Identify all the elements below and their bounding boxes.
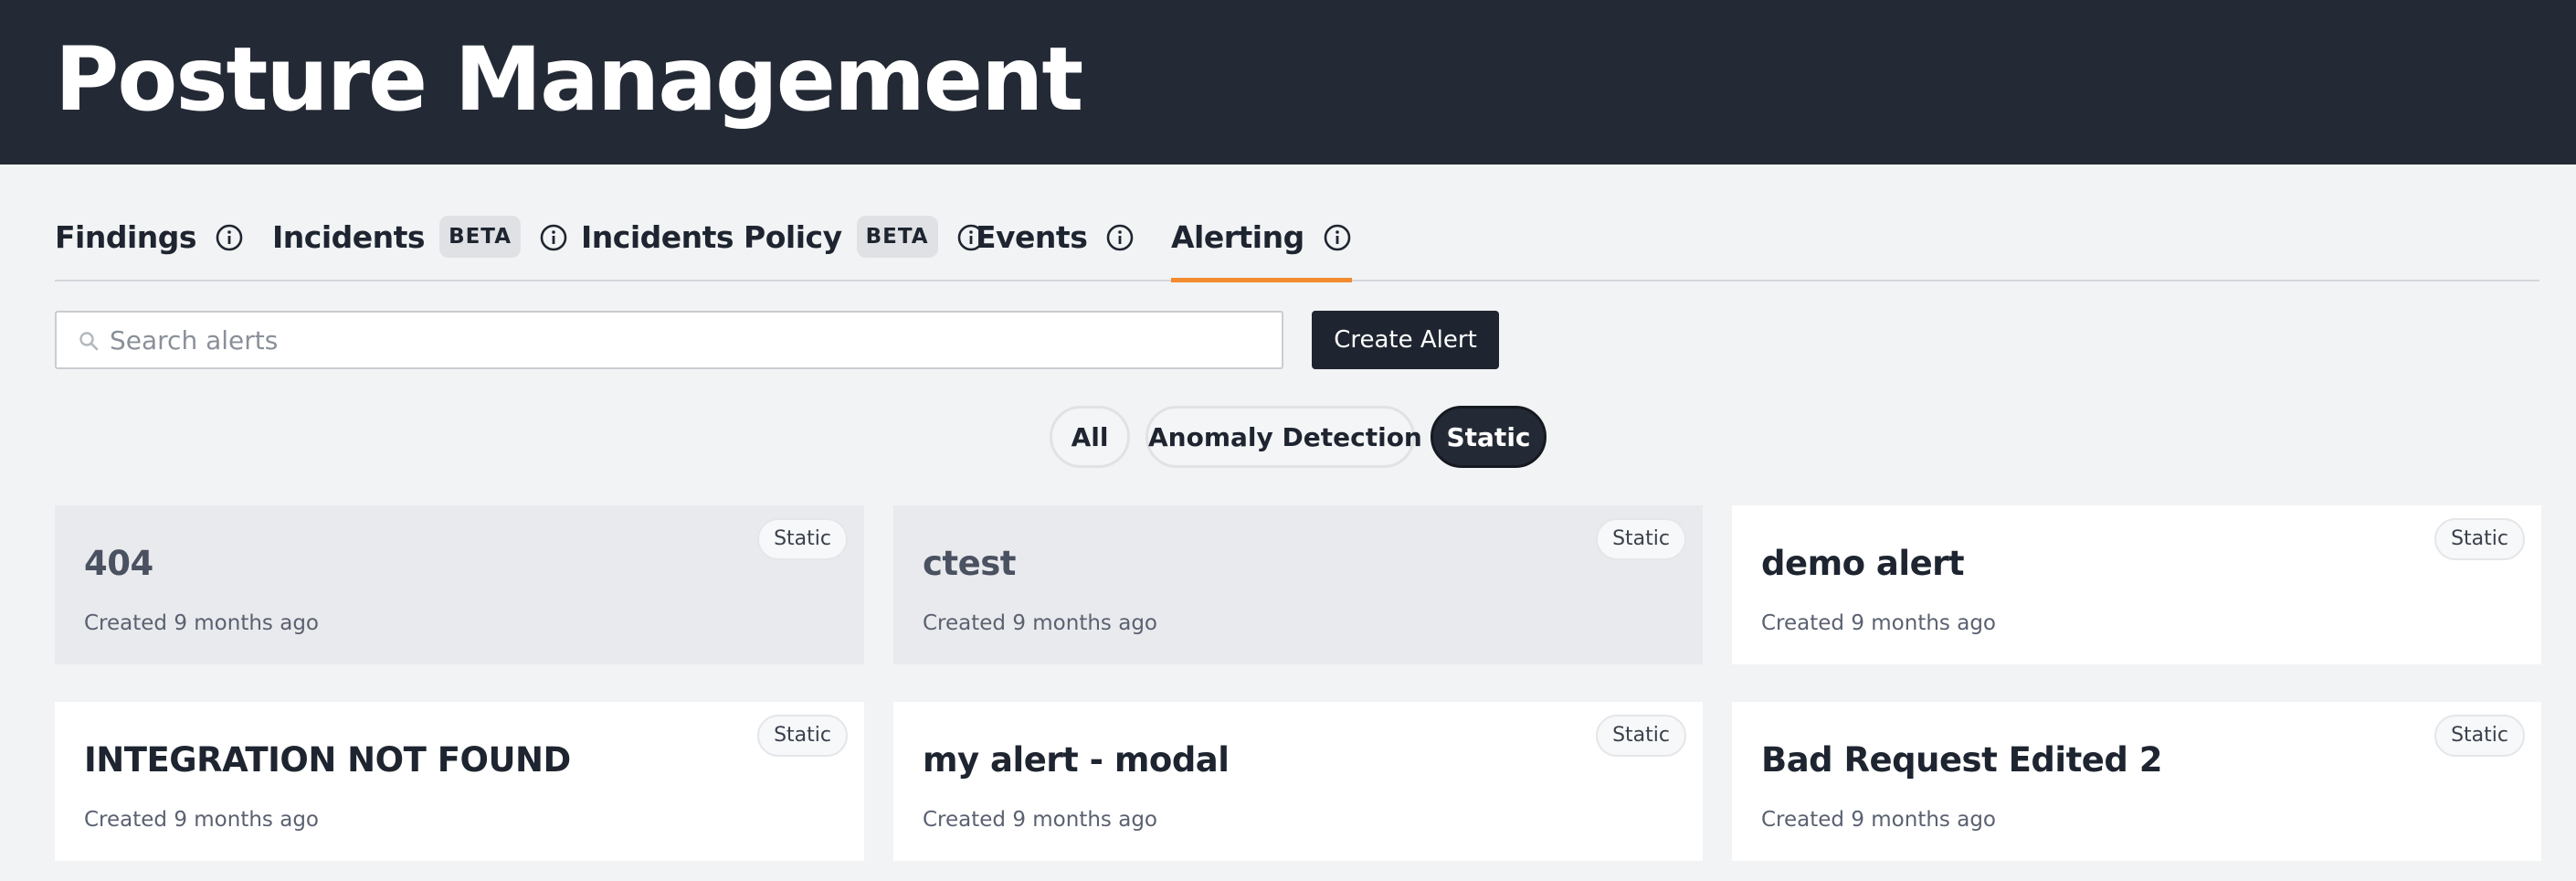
create-alert-button[interactable]: Create Alert: [1312, 311, 1499, 369]
alert-card-bad-request-edited-2[interactable]: Bad Request Edited 2 Created 9 months ag…: [1732, 702, 2541, 861]
tab-incidents-policy[interactable]: Incidents Policy BETA: [581, 212, 986, 281]
search-box: [55, 311, 1283, 369]
filter-anomaly-detection[interactable]: Anomaly Detection: [1145, 406, 1422, 468]
alert-created: Created 9 months ago: [923, 611, 1157, 635]
filter-static[interactable]: Static: [1431, 406, 1547, 468]
alert-card-integration-not-found[interactable]: INTEGRATION NOT FOUND Created 9 months a…: [55, 702, 864, 861]
alert-name: demo alert: [1761, 544, 1965, 583]
filter-all[interactable]: All: [1050, 406, 1130, 468]
tab-label: Events: [976, 219, 1088, 255]
alert-name: my alert - modal: [923, 740, 1230, 780]
filter-chips: All Anomaly Detection Static: [0, 406, 2576, 468]
info-icon[interactable]: [215, 223, 244, 252]
search-icon: [79, 332, 99, 351]
info-icon[interactable]: [1323, 223, 1352, 252]
alert-card-404[interactable]: 404 Created 9 months ago Static: [55, 505, 864, 664]
alert-type-badge: Static: [2434, 715, 2525, 757]
alert-card-ctest[interactable]: ctest Created 9 months ago Static: [893, 505, 1703, 664]
alert-name: 404: [84, 544, 153, 583]
tab-label: Incidents: [272, 219, 426, 255]
tab-alerting[interactable]: Alerting: [1171, 212, 1352, 282]
alert-created: Created 9 months ago: [1761, 808, 1996, 832]
alert-type-badge: Static: [757, 518, 848, 560]
tab-label: Incidents Policy: [581, 219, 842, 255]
beta-badge: BETA: [856, 216, 938, 258]
alert-type-badge: Static: [1596, 518, 1686, 560]
alert-card-my-alert-modal[interactable]: my alert - modal Created 9 months ago St…: [893, 702, 1703, 861]
page-header: Posture Management: [0, 0, 2576, 165]
tab-findings[interactable]: Findings: [55, 212, 244, 281]
alert-name: ctest: [923, 544, 1016, 583]
alert-created: Created 9 months ago: [84, 808, 319, 832]
alert-created: Created 9 months ago: [1761, 611, 1996, 635]
alert-card-demo-alert[interactable]: demo alert Created 9 months ago Static: [1732, 505, 2541, 664]
alert-type-badge: Static: [1596, 715, 1686, 757]
alert-name: INTEGRATION NOT FOUND: [84, 740, 571, 780]
alert-created: Created 9 months ago: [84, 611, 319, 635]
tab-incidents[interactable]: Incidents BETA: [272, 212, 568, 281]
alert-type-badge: Static: [757, 715, 848, 757]
info-icon[interactable]: [1105, 223, 1135, 252]
info-icon[interactable]: [539, 223, 568, 252]
tab-label: Findings: [55, 219, 197, 255]
tab-label: Alerting: [1171, 219, 1304, 255]
tab-bar: Findings Incidents BETA Incidents Policy…: [55, 212, 2539, 282]
alert-created: Created 9 months ago: [923, 808, 1157, 832]
beta-badge: BETA: [439, 216, 522, 258]
tab-events[interactable]: Events: [976, 212, 1135, 281]
alert-type-badge: Static: [2434, 518, 2525, 560]
alert-name: Bad Request Edited 2: [1761, 740, 2162, 780]
search-input[interactable]: [110, 320, 1261, 360]
page-title: Posture Management: [55, 28, 1083, 131]
